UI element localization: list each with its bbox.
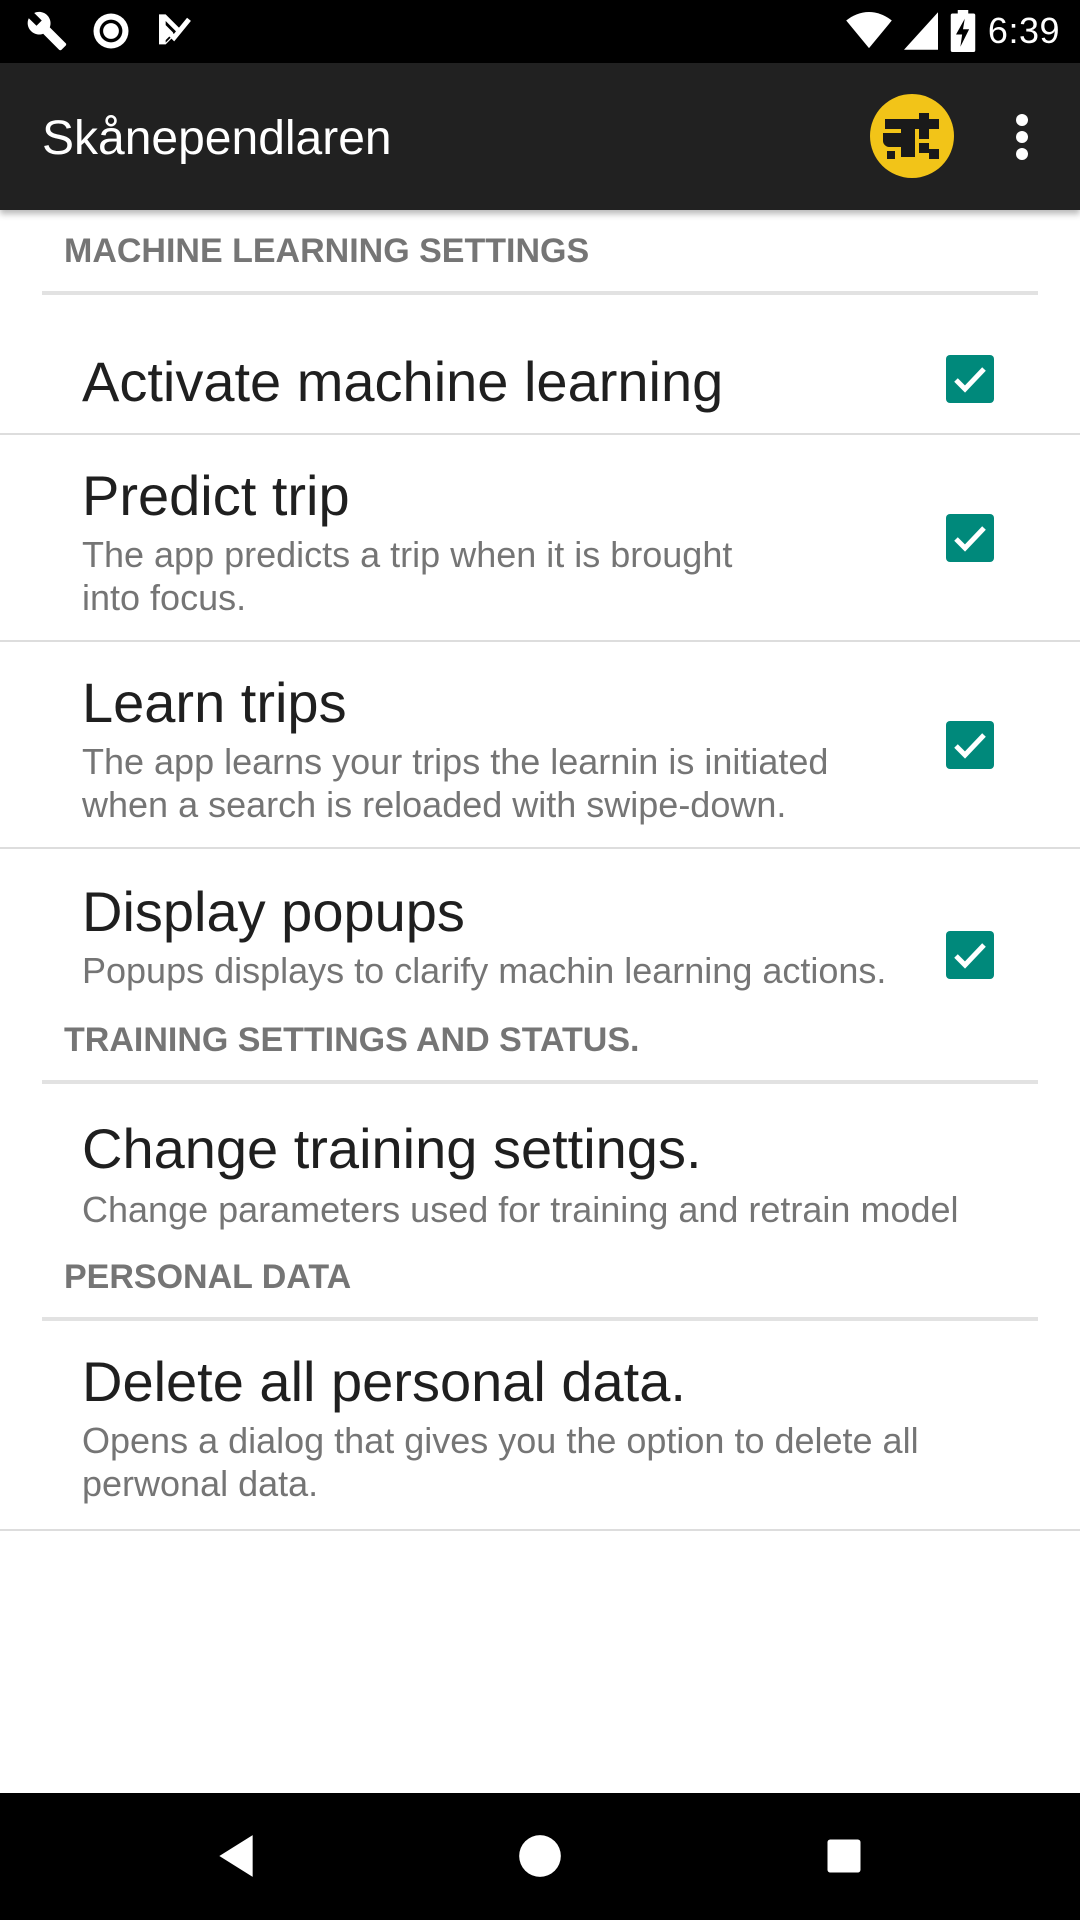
pref-summary: Change parameters used for training and … [82,1189,959,1230]
cell-signal-icon [903,12,938,50]
wifi-icon [846,12,892,50]
pref-title: Change training settings. [82,1117,702,1180]
status-bar: 6:39 [0,0,1080,63]
category-title: MACHINE LEARNING SETTINGS [64,232,590,270]
pref-predict-trip[interactable]: Predict trip The app predicts a trip whe… [0,435,1080,642]
pref-change-training-settings[interactable]: Change training settings. Change paramet… [0,1084,1080,1258]
more-vert-icon[interactable] [1000,103,1044,171]
pref-summary: The app predicts a trip when it is broug… [82,534,733,618]
pref-summary: Popups displays to clarify machin learni… [82,950,887,991]
pref-summary: The app learns your trips the learnin is… [82,741,829,825]
navigation-bar [0,1793,1080,1920]
recents-icon[interactable] [811,1823,877,1889]
category-personal-data: PERSONAL DATA [42,1258,1038,1321]
category-training-settings: TRAINING SETTINGS AND STATUS. [42,1021,1038,1084]
battery-charging-icon [950,10,976,52]
pref-title: Predict trip [82,464,350,527]
checkbox-display-popups[interactable] [946,931,994,979]
pref-learn-trips[interactable]: Learn trips The app learns your trips th… [0,642,1080,849]
pref-title: Learn trips [82,671,347,734]
category-title: PERSONAL DATA [64,1258,352,1296]
pref-activate-machine-learning[interactable]: Activate machine learning [0,295,1080,435]
app-title: Skånependlaren [42,112,392,165]
pref-display-popups[interactable]: Display popups Popups displays to clarif… [0,849,1080,1021]
record-icon [90,10,132,52]
pref-summary: Opens a dialog that gives you the option… [82,1420,919,1504]
home-icon[interactable] [507,1823,573,1889]
settings-list: MACHINE LEARNING SETTINGS Activate machi… [0,210,1080,1531]
category-machine-learning-settings: MACHINE LEARNING SETTINGS [42,210,1038,295]
skanetrafiken-logo-icon[interactable] [869,93,955,179]
app-bar: Skånependlaren [0,63,1080,210]
screen: 6:39 Skånependlaren MACHINE LEARNING SET… [0,0,1080,1920]
checkmark-flag-icon [154,11,194,51]
pref-title: Display popups [82,880,465,943]
checkbox-learn-trips[interactable] [946,721,994,769]
category-title: TRAINING SETTINGS AND STATUS. [64,1021,640,1059]
wrench-icon [26,10,68,52]
pref-title: Activate machine learning [82,350,724,413]
back-icon[interactable] [203,1823,269,1889]
checkbox-activate-machine-learning[interactable] [946,355,994,403]
pref-title: Delete all personal data. [82,1350,686,1413]
status-time: 6:39 [987,10,1060,51]
pref-delete-personal-data[interactable]: Delete all personal data. Opens a dialog… [0,1321,1080,1531]
checkbox-predict-trip[interactable] [946,514,994,562]
